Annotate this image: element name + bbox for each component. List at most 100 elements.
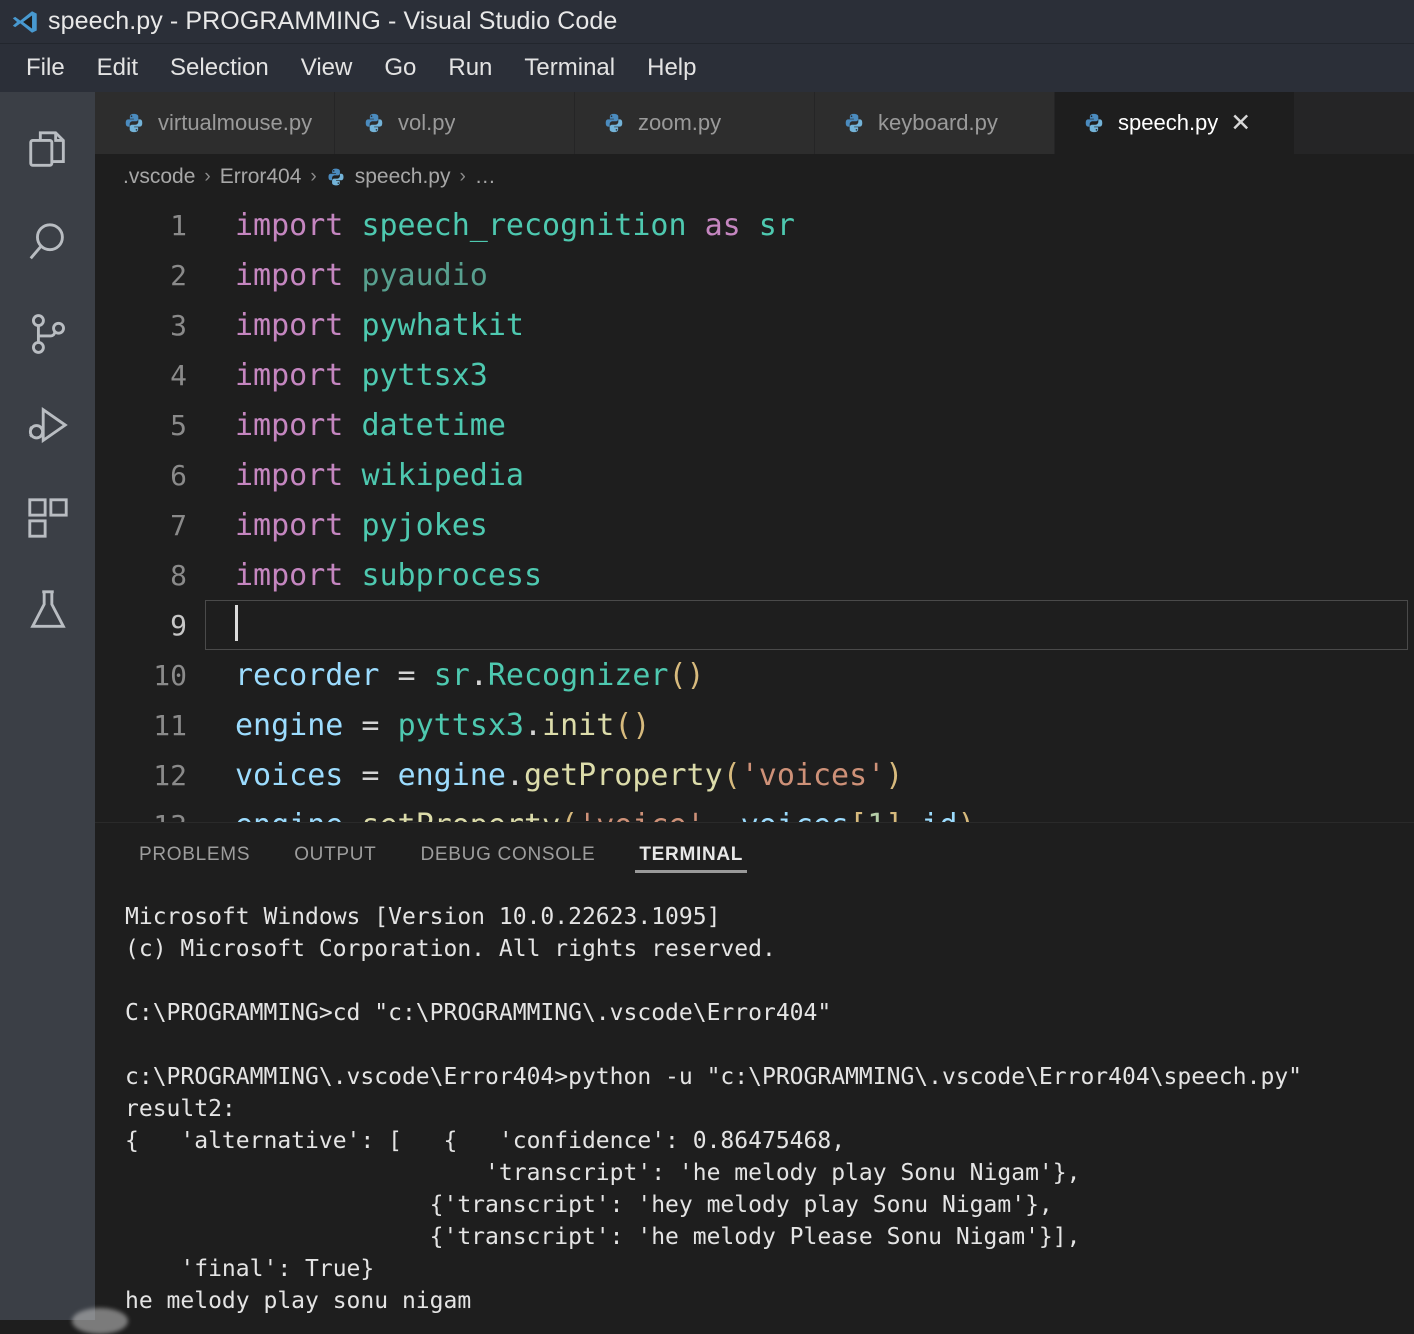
bottom-panel: PROBLEMS OUTPUT DEBUG CONSOLE TERMINAL M… bbox=[95, 822, 1414, 1320]
line-number: 1 bbox=[95, 209, 205, 242]
terminal-line: (c) Microsoft Corporation. All rights re… bbox=[125, 933, 1414, 965]
line-number: 5 bbox=[95, 409, 205, 442]
terminal-line: C:\PROGRAMMING>cd "c:\PROGRAMMING\.vscod… bbox=[125, 997, 1414, 1029]
code-line[interactable]: 6import wikipedia bbox=[95, 450, 1414, 500]
terminal-line bbox=[125, 1029, 1414, 1061]
terminal-line: 'final': True} bbox=[125, 1253, 1414, 1285]
extensions-icon[interactable] bbox=[0, 472, 95, 564]
menu-item-run[interactable]: Run bbox=[434, 51, 506, 85]
breadcrumb: .vscode › Error404 › speech.py › … bbox=[95, 154, 1414, 200]
code-line-text: voices = engine.getProperty('voices') bbox=[205, 758, 1414, 793]
code-line-text: import wikipedia bbox=[205, 458, 1414, 493]
title-bar: speech.py - PROGRAMMING - Visual Studio … bbox=[0, 0, 1414, 44]
terminal-line: {'transcript': 'he melody Please Sonu Ni… bbox=[125, 1221, 1414, 1253]
breadcrumb-item-vscode[interactable]: .vscode bbox=[123, 165, 195, 189]
code-line-text: recorder = sr.Recognizer() bbox=[205, 658, 1414, 693]
editor-tab-label: keyboard.py bbox=[878, 110, 998, 136]
editor-tab-label: virtualmouse.py bbox=[158, 110, 312, 136]
code-line[interactable]: 1import speech_recognition as sr bbox=[95, 200, 1414, 250]
tab-problems[interactable]: PROBLEMS bbox=[117, 823, 272, 887]
code-line[interactable]: 7import pyjokes bbox=[95, 500, 1414, 550]
code-line[interactable]: 9 bbox=[95, 600, 1414, 650]
menu-item-selection[interactable]: Selection bbox=[156, 51, 283, 85]
menu-item-edit[interactable]: Edit bbox=[83, 51, 152, 85]
text-cursor bbox=[235, 605, 238, 641]
code-line-text: import pyttsx3 bbox=[205, 358, 1414, 393]
code-line[interactable]: 13engine.setProperty('voice', voices[1].… bbox=[95, 800, 1414, 822]
line-number: 9 bbox=[95, 609, 205, 642]
tab-debug-console[interactable]: DEBUG CONSOLE bbox=[399, 823, 618, 887]
editor-tab-zoom[interactable]: zoom.py bbox=[575, 92, 815, 154]
editor-tab-bar: virtualmouse.py vol.py zoom.py bbox=[95, 92, 1414, 154]
search-icon[interactable] bbox=[0, 196, 95, 288]
terminal-output[interactable]: Microsoft Windows [Version 10.0.22623.10… bbox=[95, 887, 1414, 1320]
tab-output[interactable]: OUTPUT bbox=[272, 823, 398, 887]
line-number: 7 bbox=[95, 509, 205, 542]
breadcrumb-item-error404[interactable]: Error404 bbox=[220, 165, 302, 189]
editor-tab-label: zoom.py bbox=[638, 110, 721, 136]
explorer-icon[interactable] bbox=[0, 104, 95, 196]
code-line[interactable]: 3import pywhatkit bbox=[95, 300, 1414, 350]
terminal-line: Microsoft Windows [Version 10.0.22623.10… bbox=[125, 901, 1414, 933]
code-line-text: import pyaudio bbox=[205, 258, 1414, 293]
close-icon[interactable]: ✕ bbox=[1230, 111, 1251, 136]
editor-tab-keyboard[interactable]: keyboard.py bbox=[815, 92, 1055, 154]
code-line[interactable]: 10recorder = sr.Recognizer() bbox=[95, 650, 1414, 700]
terminal-line bbox=[125, 965, 1414, 997]
run-and-debug-icon[interactable] bbox=[0, 380, 95, 472]
terminal-line: c:\PROGRAMMING\.vscode\Error404>python -… bbox=[125, 1061, 1414, 1093]
terminal-line: {'transcript': 'hey melody play Sonu Nig… bbox=[125, 1189, 1414, 1221]
code-line-text: import pyjokes bbox=[205, 508, 1414, 543]
code-line[interactable]: 11engine = pyttsx3.init() bbox=[95, 700, 1414, 750]
source-control-icon[interactable] bbox=[0, 288, 95, 380]
menu-item-view[interactable]: View bbox=[287, 51, 367, 85]
line-number: 6 bbox=[95, 459, 205, 492]
vscode-window: speech.py - PROGRAMMING - Visual Studio … bbox=[0, 0, 1414, 1320]
editor-tab-label: speech.py bbox=[1118, 110, 1218, 136]
line-number: 13 bbox=[95, 809, 205, 823]
line-number: 3 bbox=[95, 309, 205, 342]
python-file-icon bbox=[363, 112, 385, 134]
workbench-body: virtualmouse.py vol.py zoom.py bbox=[0, 92, 1414, 1320]
editor-tab-virtualmouse[interactable]: virtualmouse.py bbox=[95, 92, 335, 154]
line-number: 4 bbox=[95, 359, 205, 392]
editor-tab-speech[interactable]: speech.py ✕ bbox=[1055, 92, 1295, 154]
editor-tab-label: vol.py bbox=[398, 110, 455, 136]
menu-item-go[interactable]: Go bbox=[370, 51, 430, 85]
python-file-icon bbox=[843, 112, 865, 134]
code-line[interactable]: 2import pyaudio bbox=[95, 250, 1414, 300]
code-line-text: import speech_recognition as sr bbox=[205, 208, 1414, 243]
tab-bar-filler bbox=[1295, 92, 1414, 154]
terminal-line: { 'alternative': [ { 'confidence': 0.864… bbox=[125, 1125, 1414, 1157]
code-line[interactable]: 4import pyttsx3 bbox=[95, 350, 1414, 400]
line-number: 12 bbox=[95, 759, 205, 792]
code-line-text: import subprocess bbox=[205, 558, 1414, 593]
vscode-logo-icon bbox=[10, 7, 40, 37]
python-file-icon bbox=[123, 112, 145, 134]
code-line[interactable]: 12voices = engine.getProperty('voices') bbox=[95, 750, 1414, 800]
python-file-icon bbox=[1083, 112, 1105, 134]
chevron-right-icon: › bbox=[204, 166, 210, 188]
tab-terminal[interactable]: TERMINAL bbox=[617, 823, 765, 887]
line-number: 8 bbox=[95, 559, 205, 592]
code-editor[interactable]: 1import speech_recognition as sr2import … bbox=[95, 200, 1414, 822]
code-line[interactable]: 8import subprocess bbox=[95, 550, 1414, 600]
code-line[interactable]: 5import datetime bbox=[95, 400, 1414, 450]
code-line-text: import datetime bbox=[205, 408, 1414, 443]
menu-item-help[interactable]: Help bbox=[633, 51, 710, 85]
menu-item-terminal[interactable]: Terminal bbox=[510, 51, 629, 85]
terminal-line: he melody play sonu nigam bbox=[125, 1285, 1414, 1317]
code-line-text bbox=[205, 607, 1414, 644]
chevron-right-icon: › bbox=[310, 166, 316, 188]
editor-tab-vol[interactable]: vol.py bbox=[335, 92, 575, 154]
panel-tab-bar: PROBLEMS OUTPUT DEBUG CONSOLE TERMINAL bbox=[95, 823, 1414, 887]
menu-item-file[interactable]: File bbox=[12, 51, 79, 85]
testing-flask-icon[interactable] bbox=[0, 564, 95, 656]
activity-bar bbox=[0, 92, 95, 1320]
editor-group: virtualmouse.py vol.py zoom.py bbox=[95, 92, 1414, 1320]
terminal-line: result2: bbox=[125, 1093, 1414, 1125]
breadcrumb-item-speechpy[interactable]: speech.py bbox=[355, 165, 451, 189]
line-number: 11 bbox=[95, 709, 205, 742]
breadcrumb-item-more[interactable]: … bbox=[475, 165, 496, 189]
python-file-icon bbox=[326, 167, 346, 187]
